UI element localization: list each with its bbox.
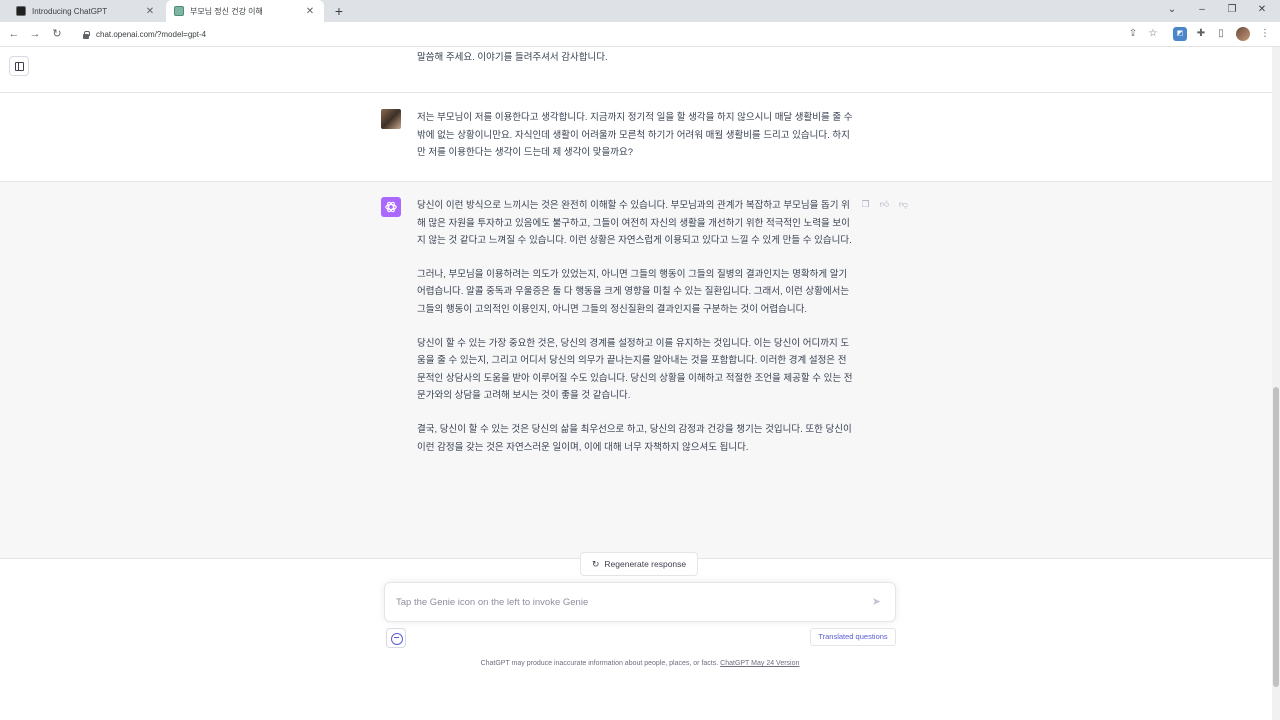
tab-active-conversation[interactable]: 부모님 정신 건강 이해 ✕ bbox=[166, 0, 324, 22]
footer-disclaimer: ChatGPT may produce inaccurate informati… bbox=[0, 660, 1280, 667]
thumbs-up-icon[interactable]: 👍︎ bbox=[879, 199, 890, 210]
bookmark-star-icon[interactable]: ☆ bbox=[1146, 27, 1160, 41]
user-message-text: 저는 부모님이 저를 이용한다고 생각합니다. 지금까지 정기적 일을 할 생각… bbox=[417, 112, 853, 159]
assistant-paragraph: 그러나, 부모님을 이용하려는 의도가 있었는지, 아니면 그들의 행동이 그들… bbox=[417, 268, 850, 315]
page-scrollbar[interactable] bbox=[1272, 47, 1280, 720]
user-avatar bbox=[381, 109, 401, 129]
side-panel-icon[interactable]: ▯ bbox=[1214, 27, 1228, 41]
browser-toolbar: ← → ↻ chat.openai.com/?model=gpt-4 ⇪ ☆ ◩… bbox=[0, 22, 1280, 47]
window-close-icon[interactable]: ✕ bbox=[1250, 2, 1274, 18]
version-link[interactable]: ChatGPT May 24 Version bbox=[720, 660, 799, 667]
tab-search-chevron-icon[interactable]: ⌄ bbox=[1160, 2, 1184, 18]
regenerate-label: Regenerate response bbox=[604, 559, 687, 569]
reload-icon[interactable]: ↻ bbox=[49, 26, 65, 42]
assistant-message-text: 당신이 이런 방식으로 느끼시는 것은 완전히 이해할 수 있습니다. 부모님과… bbox=[417, 197, 853, 472]
profile-avatar[interactable] bbox=[1236, 27, 1250, 41]
refresh-icon: ↻ bbox=[591, 558, 600, 569]
assistant-message-row: 당신이 이런 방식으로 느끼시는 것은 완전히 이해할 수 있습니다. 부모님과… bbox=[0, 181, 1280, 559]
previous-message-tail: 말씀해 주세요. 이야기를 들려주셔서 감사합니다. bbox=[417, 52, 608, 63]
message-actions: ❐ 👍︎ 👎︎ bbox=[860, 199, 909, 210]
assistant-paragraph: 당신이 할 수 있는 가장 중요한 것은, 당신의 경계를 설정하고 이를 유지… bbox=[417, 337, 853, 402]
message-composer: ➤ bbox=[384, 582, 896, 622]
extensions-puzzle-icon[interactable]: ✚ bbox=[1194, 27, 1208, 41]
tab-title: 부모님 정신 건강 이해 bbox=[190, 6, 263, 16]
chatgpt-favicon-icon bbox=[16, 6, 26, 16]
disclaimer-text: ChatGPT may produce inaccurate informati… bbox=[480, 660, 719, 667]
genie-icon[interactable] bbox=[386, 628, 406, 648]
close-icon[interactable]: ✕ bbox=[304, 6, 316, 17]
chat-page: 말씀해 주세요. 이야기를 들려주셔서 감사합니다. 저는 부모님이 저를 이용… bbox=[0, 47, 1280, 720]
tab-title: Introducing ChatGPT bbox=[32, 6, 108, 16]
chatgpt-logo-icon bbox=[381, 197, 401, 217]
share-icon[interactable]: ⇪ bbox=[1126, 27, 1140, 41]
tab-introducing-chatgpt[interactable]: Introducing ChatGPT ✕ bbox=[8, 0, 164, 22]
assistant-paragraph: 당신이 이런 방식으로 느끼시는 것은 완전히 이해할 수 있습니다. 부모님과… bbox=[417, 200, 852, 247]
address-bar[interactable]: chat.openai.com/?model=gpt-4 bbox=[78, 25, 1170, 44]
sidebar-toggle-icon bbox=[15, 62, 24, 71]
regenerate-response-button[interactable]: ↻ Regenerate response bbox=[580, 552, 698, 576]
back-arrow-icon[interactable]: ← bbox=[6, 26, 22, 42]
url-text: chat.openai.com/?model=gpt-4 bbox=[96, 30, 207, 39]
clipboard-icon[interactable]: ❐ bbox=[860, 199, 871, 210]
assistant-paragraph: 결국, 당신이 할 수 있는 것은 당신의 삶을 최우선으로 하고, 당신의 감… bbox=[417, 423, 852, 453]
scrollbar-thumb[interactable] bbox=[1273, 387, 1279, 687]
thumbs-down-icon[interactable]: 👎︎ bbox=[898, 199, 909, 210]
translated-questions-button[interactable]: Translated questions bbox=[810, 628, 896, 646]
paper-plane-icon[interactable]: ➤ bbox=[872, 595, 881, 608]
message-input[interactable] bbox=[396, 583, 856, 621]
forward-arrow-icon[interactable]: → bbox=[27, 26, 43, 42]
close-icon[interactable]: ✕ bbox=[144, 6, 156, 17]
chatgpt-favicon-icon bbox=[174, 6, 184, 16]
browser-tab-strip: Introducing ChatGPT ✕ 부모님 정신 건강 이해 ✕ + ⌄… bbox=[0, 0, 1280, 22]
kebab-menu-icon[interactable]: ⋮ bbox=[1258, 27, 1272, 41]
sidebar-toggle-button[interactable] bbox=[9, 56, 29, 76]
minimize-icon[interactable]: – bbox=[1190, 2, 1214, 18]
extension-icon[interactable]: ◩ bbox=[1173, 27, 1187, 41]
restore-icon[interactable]: ❐ bbox=[1220, 2, 1244, 18]
user-message-row: 저는 부모님이 저를 이용한다고 생각합니다. 지금까지 정기적 일을 할 생각… bbox=[0, 92, 1280, 182]
new-tab-plus-icon[interactable]: + bbox=[331, 3, 347, 19]
lock-icon bbox=[82, 30, 90, 39]
